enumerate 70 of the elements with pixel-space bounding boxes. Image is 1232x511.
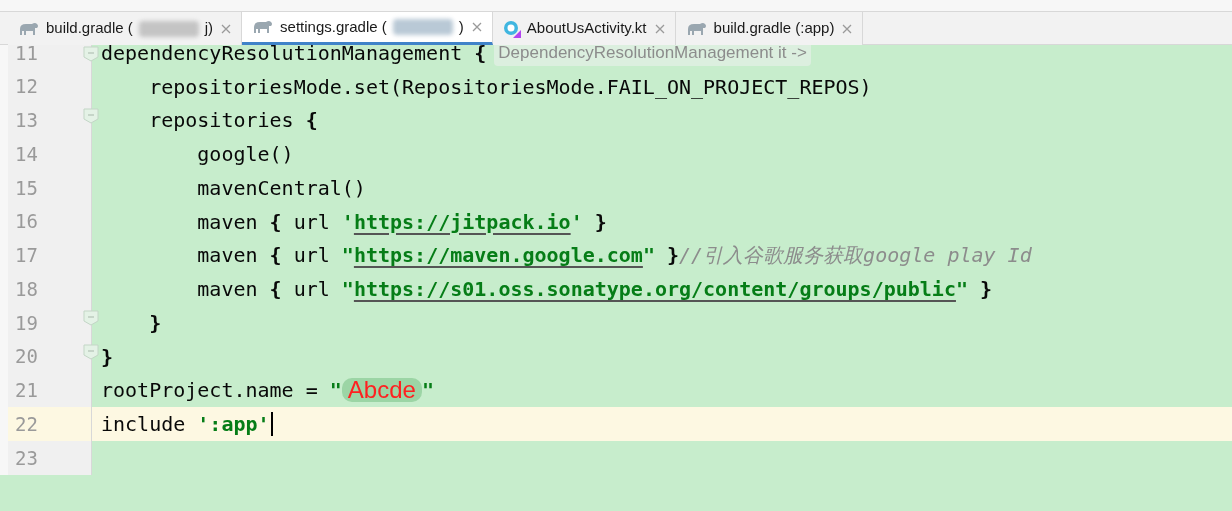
string-quote: ': [341, 208, 354, 236]
url-link[interactable]: https://s01.oss.sonatype.org/content/groups/public: [353, 274, 956, 305]
elephant-icon: [252, 19, 275, 35]
code-text: url: [292, 242, 331, 270]
editor-tab[interactable]: settings.gradle ( ): [242, 12, 493, 45]
tab-label: settings.gradle (: [280, 16, 387, 37]
text-cursor: [270, 412, 273, 437]
code-text: repositories: [148, 107, 295, 135]
tab-label: build.gradle (:app): [713, 18, 835, 39]
code-brace: }: [979, 276, 993, 304]
line-number: 23: [15, 445, 38, 471]
line-number: 14: [15, 141, 38, 167]
code-text: maven: [196, 276, 259, 304]
fold-icon[interactable]: [83, 310, 99, 326]
code-text: mavenCentral(): [196, 174, 366, 202]
tab-label: AboutUsActivity.kt: [526, 18, 647, 39]
code-brace: {: [269, 242, 282, 270]
line-number: 21: [15, 378, 38, 404]
string-quote: ": [421, 377, 434, 405]
line-number: 15: [15, 175, 38, 201]
line-number: 19: [15, 310, 38, 336]
editor-tab[interactable]: build.gradle (:app): [675, 12, 864, 45]
close-icon[interactable]: [654, 23, 665, 34]
string-quote: ": [955, 276, 968, 304]
close-icon[interactable]: [471, 22, 482, 32]
string-quote: ": [341, 242, 354, 270]
string-quote: ": [341, 276, 354, 304]
string-quote: ": [642, 242, 655, 270]
tab-label: j): [204, 18, 214, 39]
line-number: 12: [15, 74, 38, 100]
line-number: 16: [15, 209, 38, 235]
code-brace: }: [101, 343, 114, 371]
code-text: url: [292, 276, 331, 304]
code-text: rootProject.name =: [101, 377, 319, 405]
code-text: repositoriesMode.set(RepositoriesMode.FAIL_ON_PROJECT_REPOS): [148, 73, 872, 101]
url-link[interactable]: https://jitpack.io: [353, 206, 571, 237]
fold-icon[interactable]: [83, 46, 99, 62]
code-brace: {: [269, 276, 282, 304]
close-icon[interactable]: [221, 23, 232, 34]
code-text: url: [292, 208, 331, 236]
annotation-text: Abcde: [341, 378, 422, 403]
kotlin-class-icon: [502, 19, 521, 38]
code-brace: }: [665, 242, 679, 270]
close-icon[interactable]: [842, 23, 853, 34]
tab-label: ): [458, 16, 464, 37]
code-brace: {: [305, 107, 318, 135]
code-comment: //引入谷歌服务获取google play Id: [679, 242, 1032, 270]
code-brace: }: [148, 309, 162, 337]
code-brace: {: [269, 208, 282, 236]
fold-icon[interactable]: [83, 343, 99, 360]
editor-tab[interactable]: build.gradle ( j): [8, 12, 243, 45]
tab-label: build.gradle (: [46, 18, 133, 39]
line-number: 13: [15, 108, 38, 134]
code-brace: }: [593, 208, 607, 236]
string-quote: ': [570, 208, 583, 236]
code-text: maven: [196, 242, 259, 270]
code-text: include: [101, 411, 187, 439]
fold-icon[interactable]: [83, 107, 99, 124]
string-quote: ':app': [197, 411, 270, 439]
editor-tab[interactable]: AboutUsActivity.kt: [492, 12, 676, 45]
line-number: 18: [15, 276, 38, 302]
line-number: 22: [15, 411, 38, 437]
line-number: 17: [15, 243, 38, 269]
code-text: maven: [196, 208, 259, 236]
code-text: google(): [196, 141, 294, 169]
string-quote: ": [329, 377, 342, 405]
line-number: 20: [15, 344, 38, 370]
elephant-icon: [18, 20, 40, 37]
elephant-icon: [685, 20, 708, 37]
url-link[interactable]: https://maven.google.com: [353, 240, 643, 271]
